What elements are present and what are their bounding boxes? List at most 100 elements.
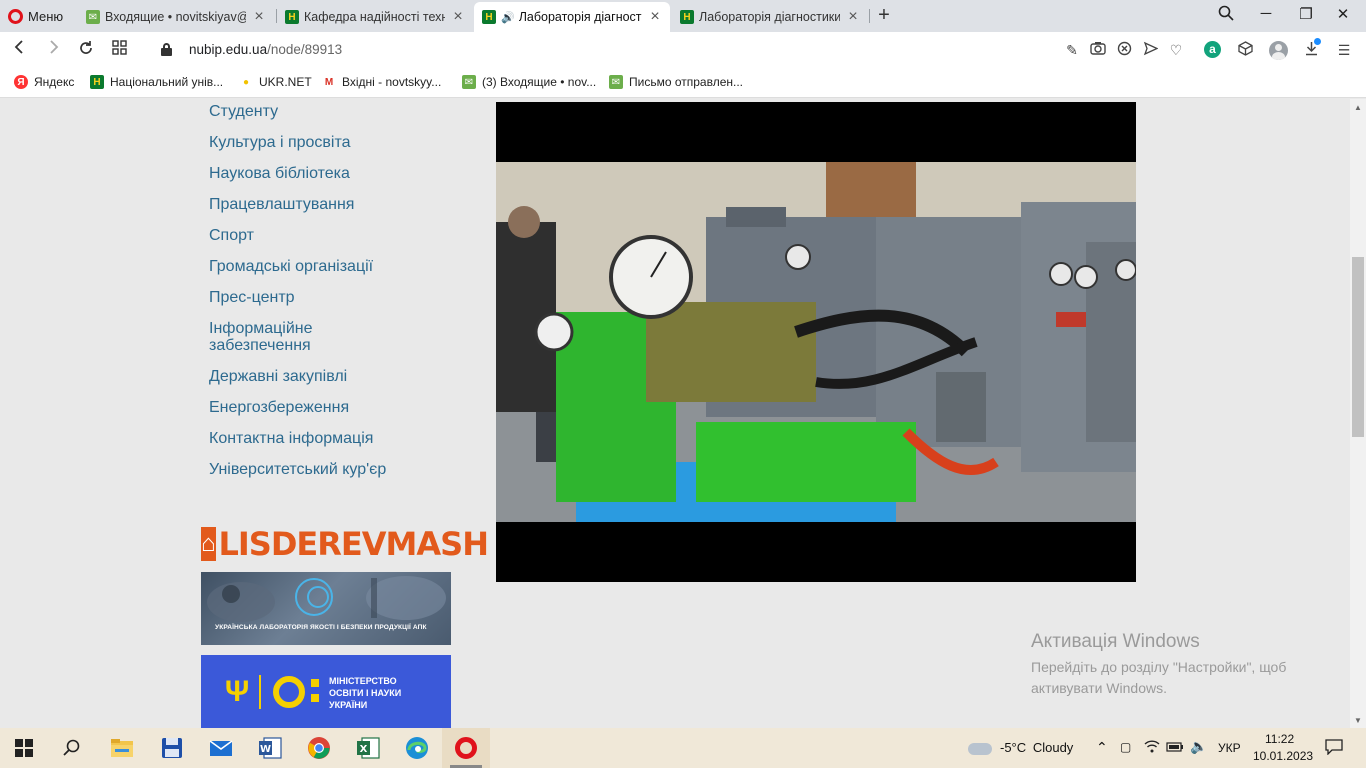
windows-taskbar: W X -5°C Cloudy ⌃ ▢ 🔈 УКР 11:22 10.01.20…	[0, 728, 1366, 768]
quality-lab-banner[interactable]: УКРАЇНСЬКА ЛАБОРАТОРІЯ ЯКОСТІ І БЕЗПЕКИ …	[201, 572, 451, 645]
easy-setup-icon[interactable]: ☰	[1335, 41, 1353, 59]
file-explorer-button[interactable]	[98, 728, 146, 768]
bookmark-gmail[interactable]: M Вхідні - novtskyy...	[322, 75, 441, 89]
send-icon[interactable]	[1141, 41, 1159, 59]
close-tab-icon[interactable]: ×	[846, 8, 860, 26]
bookmark-inbox[interactable]: ✉ (3) Входящие • nov...	[462, 75, 596, 89]
clock-date[interactable]: 10.01.2023	[1253, 749, 1313, 763]
cube-icon[interactable]	[1236, 41, 1254, 59]
word-app-button[interactable]: W	[246, 728, 294, 768]
search-tabs-icon[interactable]	[1211, 5, 1241, 25]
edge-icon	[406, 737, 428, 759]
mail-app-button[interactable]	[197, 728, 245, 768]
sidebar-item-public-orgs[interactable]: Громадські організації	[209, 258, 373, 275]
mon-text: МІНІСТЕРСТВО ОСВІТИ І НАУКИ УКРАЇНИ	[329, 675, 401, 711]
tab-title: Лабораторія діагностики	[699, 10, 840, 24]
bookmark-yandex[interactable]: Я Яндекс	[14, 75, 74, 89]
search-button[interactable]	[48, 728, 96, 768]
save-app-button[interactable]	[148, 728, 196, 768]
sidebar-item-press-center[interactable]: Прес-центр	[209, 289, 295, 306]
scroll-down-icon[interactable]: ▼	[1353, 716, 1363, 725]
back-button[interactable]	[10, 40, 30, 60]
close-window-button[interactable]: ✕	[1328, 5, 1358, 23]
scrollbar-thumb[interactable]	[1352, 257, 1364, 437]
edit-icon[interactable]: ✎	[1063, 41, 1081, 59]
language-indicator[interactable]: УКР	[1218, 741, 1241, 755]
close-tab-icon[interactable]: ×	[648, 8, 662, 26]
video-player[interactable]	[496, 102, 1136, 582]
opera-menu-button[interactable]: Меню	[8, 6, 63, 26]
windows-logo-icon	[15, 739, 33, 757]
url-field[interactable]: nubip.edu.ua/node/89913	[189, 42, 342, 57]
page-scrollbar[interactable]: ▲ ▼	[1350, 99, 1366, 728]
tab-laboratory[interactable]: Н Лабораторія діагностики ×	[672, 2, 868, 32]
aliexpress-icon[interactable]: a	[1204, 41, 1222, 59]
adblock-icon[interactable]	[1115, 41, 1133, 59]
sidebar-item-library[interactable]: Наукова бібліотека	[209, 165, 350, 182]
download-icon[interactable]	[1302, 38, 1321, 59]
lisderevmash-banner[interactable]: ⌂ LISDEREVMASH	[201, 524, 489, 564]
tab-kafedra[interactable]: Н Кафедра надійності технік ×	[277, 2, 473, 32]
volume-icon[interactable]: 🔈	[1190, 738, 1207, 755]
start-button[interactable]	[0, 728, 48, 768]
mon-line: МІНІСТЕРСТВО	[329, 676, 397, 686]
sidebar-item-contacts[interactable]: Контактна інформація	[209, 430, 373, 447]
opera-app-button[interactable]	[442, 728, 490, 768]
bookmark-sent[interactable]: ✉ Письмо отправлен...	[609, 75, 743, 89]
close-tab-icon[interactable]: ×	[252, 8, 266, 26]
heart-icon[interactable]: ♡	[1167, 41, 1185, 59]
lab-caption: УКРАЇНСЬКА ЛАБОРАТОРІЯ ЯКОСТІ І БЕЗПЕКИ …	[215, 624, 427, 631]
mon-logo-dots	[311, 679, 319, 705]
edge-app-button[interactable]	[393, 728, 441, 768]
battery-icon[interactable]	[1166, 741, 1184, 755]
sidebar-item-university-courier[interactable]: Університетський кур'єр	[209, 461, 386, 478]
nubip-icon: Н	[285, 10, 299, 24]
cloud-icon	[968, 742, 992, 755]
bookmark-nubip[interactable]: Н Національний унів...	[90, 75, 223, 89]
wifi-icon[interactable]	[1144, 739, 1160, 756]
weather-widget[interactable]: -5°C Cloudy	[968, 740, 1073, 755]
activation-line1: Перейдіть до розділу "Настройки", щоб	[1031, 659, 1287, 675]
chrome-app-button[interactable]	[295, 728, 343, 768]
reload-button[interactable]	[76, 40, 96, 60]
sidebar-item-info-support-line2[interactable]: забезпечення	[209, 337, 311, 354]
tab-laboratory-active[interactable]: Н 🔊 Лабораторія діагности ×	[474, 2, 670, 32]
speed-dial-icon[interactable]	[109, 40, 129, 60]
opera-menu-label: Меню	[28, 8, 64, 24]
sidebar-item-employment[interactable]: Працевлаштування	[209, 196, 354, 213]
notifications-icon[interactable]	[1325, 739, 1343, 758]
camera-icon[interactable]	[1089, 41, 1107, 59]
excel-app-button[interactable]: X	[344, 728, 392, 768]
show-hidden-icons[interactable]: ⌃	[1096, 739, 1108, 756]
svg-text:W: W	[260, 744, 271, 755]
ministry-education-banner[interactable]: Ψ МІНІСТЕРСТВО ОСВІТИ І НАУКИ УКРАЇНИ	[201, 655, 451, 728]
scroll-up-icon[interactable]: ▲	[1353, 103, 1363, 112]
tray-app-icon[interactable]: ▢	[1120, 740, 1131, 754]
profile-avatar-icon[interactable]	[1269, 41, 1288, 60]
minimize-button[interactable]: ─	[1251, 5, 1281, 22]
bookmark-label: UKR.NET	[259, 75, 312, 89]
sidebar-item-info-support[interactable]: Інформаційне	[209, 320, 313, 337]
sidebar-item-students[interactable]: Студенту	[209, 103, 278, 120]
page-content: Студенту Культура і просвіта Наукова біб…	[0, 99, 1350, 728]
sidebar-item-sport[interactable]: Спорт	[209, 227, 254, 244]
lock-icon[interactable]	[161, 43, 172, 56]
tab-inbox[interactable]: ✉ Входящие • novitskiyav@u ×	[78, 2, 274, 32]
new-tab-button[interactable]: +	[874, 4, 894, 27]
bookmark-ukrnet[interactable]: ● UKR.NET	[239, 75, 312, 89]
close-tab-icon[interactable]: ×	[451, 8, 465, 26]
opera-logo-icon	[8, 8, 23, 24]
speaker-icon[interactable]: 🔊	[501, 11, 515, 24]
sidebar-item-procurement[interactable]: Державні закупівлі	[209, 368, 347, 385]
folder-icon	[111, 739, 133, 757]
restore-button[interactable]: ❐	[1291, 5, 1321, 23]
sidebar-item-culture[interactable]: Культура і просвіта	[209, 134, 351, 151]
sidebar-item-energy-saving[interactable]: Енергозбереження	[209, 399, 349, 416]
forward-button[interactable]	[43, 40, 63, 60]
lab-equipment-illustration	[496, 162, 1136, 522]
bookmarks-bar: Я Яндекс Н Національний унів... ● UKR.NET M…	[0, 68, 1366, 98]
svg-text:X: X	[360, 744, 368, 755]
url-domain: nubip.edu.ua	[189, 42, 268, 57]
floppy-disk-icon	[162, 738, 182, 758]
clock-time[interactable]: 11:22	[1265, 732, 1294, 746]
